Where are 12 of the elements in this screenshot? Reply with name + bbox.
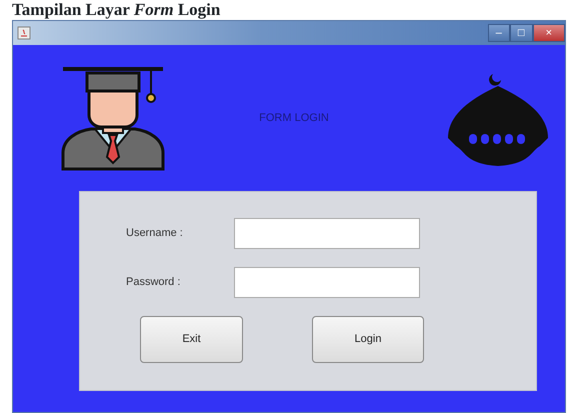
- exit-button[interactable]: Exit: [140, 316, 243, 363]
- field-label: Username :: [126, 226, 184, 242]
- caption: Tampilan Layar Form Login: [11, 0, 222, 20]
- form-title: FORM LOGIN: [258, 110, 330, 126]
- maximize-button[interactable]: □: [510, 24, 533, 42]
- username-field[interactable]: [234, 218, 420, 249]
- graduate-figure-icon: [59, 65, 167, 171]
- field-label: Password :: [126, 275, 182, 290]
- password-field[interactable]: [234, 267, 420, 298]
- close-button[interactable]: ×: [532, 24, 565, 42]
- login-button[interactable]: Login: [312, 316, 424, 363]
- minimize-button[interactable]: –: [488, 24, 510, 42]
